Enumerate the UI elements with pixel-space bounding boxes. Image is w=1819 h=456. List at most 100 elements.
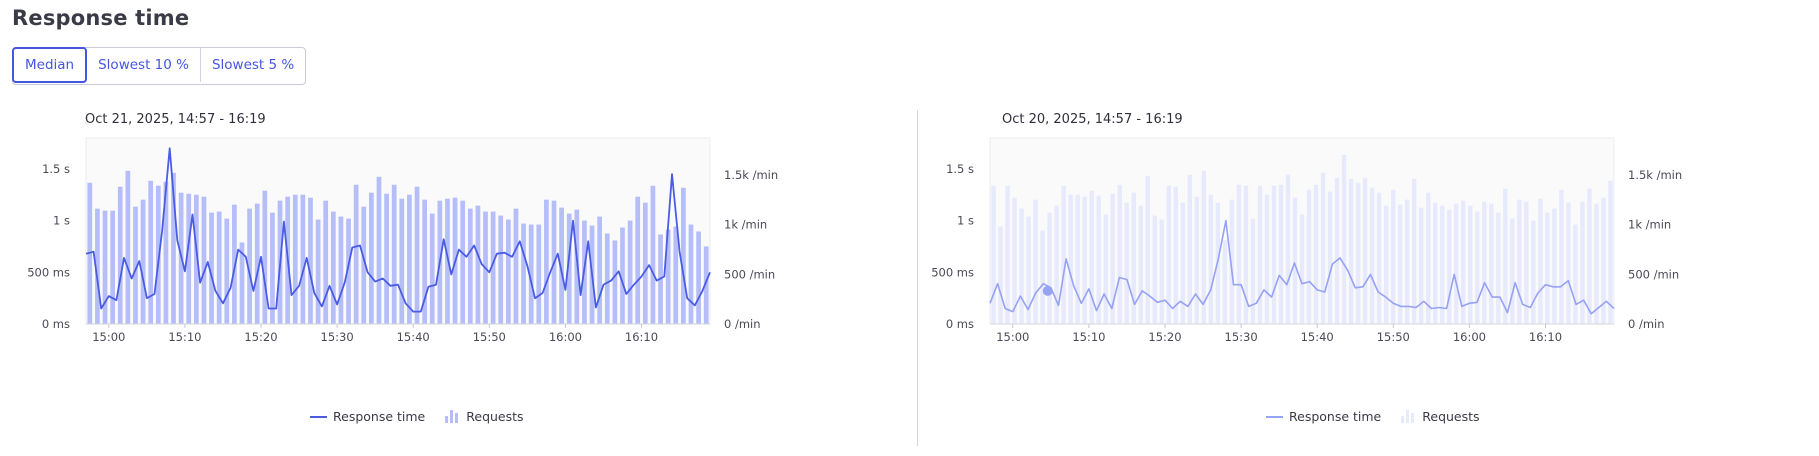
requests-bar bbox=[292, 194, 298, 324]
y-right-tick-label: 1.5k /min bbox=[1628, 168, 1682, 182]
requests-bar bbox=[353, 184, 359, 324]
requests-bar bbox=[1068, 194, 1073, 324]
requests-bar bbox=[1138, 205, 1143, 324]
requests-bar bbox=[414, 186, 420, 324]
x-tick-label: 16:10 bbox=[1529, 330, 1562, 344]
y-right-tick-label: 0 /min bbox=[724, 317, 761, 331]
previous-period-panel: Oct 20, 2025, 14:57 - 16:19 0 ms 500 ms 1 … bbox=[916, 104, 1796, 444]
requests-bar bbox=[1517, 199, 1522, 324]
requests-bar bbox=[399, 198, 405, 324]
y-left-tick-label: 500 ms bbox=[27, 265, 70, 279]
x-tick-label: 15:00 bbox=[996, 330, 1029, 344]
requests-bar bbox=[1573, 224, 1578, 324]
x-tick-label: 16:10 bbox=[625, 330, 658, 344]
requests-bar bbox=[1306, 189, 1312, 324]
tab-slowest-5-percent[interactable]: Slowest 5 % bbox=[201, 48, 305, 82]
chart-legend: Response time Requests bbox=[310, 409, 544, 424]
legend-response-time[interactable]: Response time bbox=[310, 409, 425, 424]
requests-bar bbox=[391, 184, 397, 324]
y-right-tick-label: 1k /min bbox=[724, 218, 767, 232]
current-period-chart[interactable]: 0 ms 500 ms 1 s 1.5 s 0 /min 500 /min 1k /min 1… bbox=[12, 104, 892, 404]
requests-bar bbox=[216, 211, 222, 324]
requests-bar bbox=[1489, 203, 1494, 324]
requests-bar bbox=[1299, 214, 1305, 324]
requests-bar bbox=[338, 216, 344, 324]
requests-bar bbox=[308, 197, 313, 324]
page-title: Response time bbox=[12, 6, 190, 30]
y-right-tick-label: 1k /min bbox=[1628, 218, 1671, 232]
requests-bar bbox=[1327, 191, 1333, 324]
requests-bar bbox=[1152, 215, 1157, 324]
x-tick-label: 15:20 bbox=[1148, 330, 1181, 344]
requests-bar bbox=[1383, 205, 1389, 324]
legend-label: Response time bbox=[1289, 409, 1382, 424]
previous-period-chart[interactable]: 0 ms 500 ms 1 s 1.5 s 0 /min 500 /min 1k /min 1… bbox=[916, 104, 1796, 404]
requests-bar bbox=[1496, 212, 1501, 324]
x-tick-label: 15:30 bbox=[1225, 330, 1258, 344]
y-left-tick-label: 1.5 s bbox=[946, 162, 974, 176]
x-tick-label: 15:20 bbox=[244, 330, 277, 344]
requests-bar bbox=[1566, 202, 1571, 324]
requests-bar bbox=[1005, 185, 1010, 324]
requests-bar bbox=[1433, 202, 1438, 324]
requests-bar bbox=[1587, 188, 1592, 324]
requests-bar bbox=[1054, 205, 1059, 324]
requests-bar bbox=[627, 220, 633, 324]
requests-bar bbox=[315, 219, 321, 324]
x-tick-label: 15:10 bbox=[1072, 330, 1105, 344]
requests-bar bbox=[681, 187, 686, 324]
requests-bar bbox=[1412, 178, 1417, 324]
tab-median[interactable]: Median bbox=[12, 47, 88, 83]
requests-bar bbox=[1608, 180, 1613, 324]
chart-legend: Response time Requests bbox=[1266, 409, 1500, 424]
y-right-tick-label: 500 /min bbox=[724, 267, 775, 281]
requests-bar bbox=[1257, 185, 1263, 324]
requests-bar bbox=[262, 190, 268, 324]
requests-bar bbox=[513, 208, 519, 324]
requests-bar bbox=[650, 185, 656, 324]
requests-bar bbox=[1264, 194, 1270, 324]
x-tick-label: 15:50 bbox=[473, 330, 506, 344]
requests-bar bbox=[475, 205, 481, 324]
requests-bar bbox=[1348, 178, 1354, 324]
x-tick-label: 15:50 bbox=[1377, 330, 1410, 344]
requests-bar bbox=[1419, 207, 1424, 324]
requests-bar bbox=[612, 240, 618, 324]
requests-bar bbox=[1552, 208, 1557, 324]
requests-bar bbox=[1278, 184, 1284, 324]
requests-bar bbox=[300, 194, 306, 324]
requests-bar bbox=[1482, 201, 1487, 324]
tab-slowest-10-percent[interactable]: Slowest 10 % bbox=[87, 48, 201, 82]
requests-bar bbox=[224, 218, 230, 324]
requests-bar bbox=[110, 210, 115, 324]
requests-bar bbox=[1145, 175, 1150, 324]
requests-bar bbox=[688, 224, 694, 324]
requests-bar bbox=[1594, 203, 1599, 324]
x-tick-label: 15:40 bbox=[1301, 330, 1334, 344]
requests-bar bbox=[1531, 220, 1536, 324]
legend-requests[interactable]: Requests bbox=[445, 409, 524, 424]
requests-bar bbox=[140, 199, 146, 324]
requests-bar bbox=[536, 224, 542, 324]
x-tick-label: 16:00 bbox=[1453, 330, 1486, 344]
percentile-selector: Median Slowest 10 % Slowest 5 % bbox=[12, 47, 307, 85]
requests-bar bbox=[125, 170, 131, 324]
requests-bar bbox=[1405, 199, 1410, 324]
requests-bar bbox=[1124, 202, 1129, 324]
legend-response-time[interactable]: Response time bbox=[1266, 409, 1381, 424]
requests-bar bbox=[1180, 202, 1185, 324]
requests-bar bbox=[1341, 154, 1347, 324]
requests-bar bbox=[991, 185, 996, 324]
x-tick-label: 15:30 bbox=[321, 330, 354, 344]
legend-requests[interactable]: Requests bbox=[1401, 409, 1480, 424]
requests-bar bbox=[498, 215, 504, 324]
requests-bar bbox=[1040, 230, 1045, 324]
y-left-tick-label: 1.5 s bbox=[42, 162, 70, 176]
requests-bar bbox=[1208, 194, 1214, 324]
requests-bar bbox=[369, 192, 374, 324]
requests-bar bbox=[1362, 177, 1368, 324]
bar-series-icon bbox=[1401, 410, 1416, 423]
x-tick-label: 16:00 bbox=[549, 330, 582, 344]
requests-bar bbox=[1320, 172, 1326, 324]
requests-bar bbox=[1061, 185, 1066, 324]
